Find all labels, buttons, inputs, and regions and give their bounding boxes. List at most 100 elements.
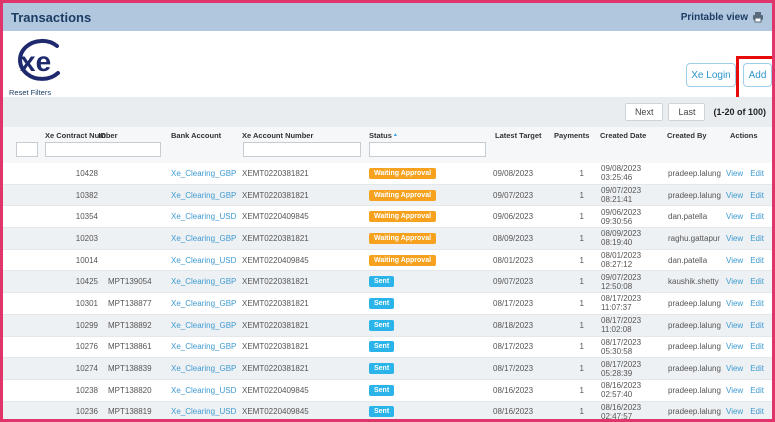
edit-link[interactable]: Edit bbox=[750, 364, 764, 373]
edit-link[interactable]: Edit bbox=[750, 234, 764, 243]
cell-account-number: XEMT0220409845 bbox=[240, 407, 367, 416]
cell-id: 10382 bbox=[3, 191, 101, 200]
pagination-bar: Next Last (1-20 of 100) bbox=[3, 97, 772, 127]
next-page-button[interactable]: Next bbox=[625, 103, 664, 121]
edit-link[interactable]: Edit bbox=[750, 212, 764, 221]
edit-link[interactable]: Edit bbox=[750, 321, 764, 330]
printable-view-link[interactable]: Printable view bbox=[681, 12, 764, 23]
edit-link[interactable]: Edit bbox=[750, 256, 764, 265]
view-link[interactable]: View bbox=[726, 407, 743, 416]
column-header-latest-target[interactable]: Latest Target bbox=[495, 131, 542, 140]
cell-contract-number: MPT139054 bbox=[101, 277, 169, 286]
cell-payments: 1 bbox=[556, 277, 588, 286]
filter-input-contract-number[interactable] bbox=[45, 142, 161, 157]
view-link[interactable]: View bbox=[726, 321, 743, 330]
cell-id: 10274 bbox=[3, 364, 101, 373]
bank-account-link[interactable]: Xe_Clearing_GBP bbox=[171, 321, 236, 330]
cell-created-date: 08/17/2023 05:28:39 bbox=[588, 360, 661, 378]
column-header-created-by[interactable]: Created By bbox=[667, 131, 707, 140]
cell-payments: 1 bbox=[556, 299, 588, 308]
cell-latest-target: 08/09/2023 bbox=[493, 234, 556, 243]
reset-filters-link[interactable]: Reset Filters bbox=[9, 88, 51, 97]
bank-account-link[interactable]: Xe_Clearing_GBP bbox=[171, 364, 236, 373]
cell-id: 10236 bbox=[3, 407, 101, 416]
cell-id: 10276 bbox=[3, 342, 101, 351]
cell-account-number: XEMT0220409845 bbox=[240, 212, 367, 221]
status-badge: Sent bbox=[369, 363, 394, 374]
cell-account-number: XEMT0220381821 bbox=[240, 191, 367, 200]
filter-input-account-number[interactable] bbox=[243, 142, 361, 157]
cell-id: 10014 bbox=[3, 256, 101, 265]
bank-account-link[interactable]: Xe_Clearing_GBP bbox=[171, 342, 236, 351]
view-link[interactable]: View bbox=[726, 256, 743, 265]
edit-link[interactable]: Edit bbox=[750, 169, 764, 178]
column-header-bank-account[interactable]: Bank Account bbox=[171, 131, 221, 140]
cell-created-by: pradeep.lalung bbox=[661, 364, 718, 373]
table-row: 10276 MPT138861 Xe_Clearing_GBP XEMT0220… bbox=[3, 337, 772, 359]
bank-account-link[interactable]: Xe_Clearing_USD bbox=[171, 256, 236, 265]
cell-payments: 1 bbox=[556, 234, 588, 243]
edit-link[interactable]: Edit bbox=[750, 342, 764, 351]
xe-logo: xe bbox=[11, 37, 67, 85]
bank-account-link[interactable]: Xe_Clearing_GBP bbox=[171, 277, 236, 286]
table-header-band: Next Last (1-20 of 100) ID Xe Contract N… bbox=[3, 97, 772, 163]
status-badge: Waiting Approval bbox=[369, 190, 436, 201]
xe-login-button[interactable]: Xe Login bbox=[686, 63, 736, 87]
edit-link[interactable]: Edit bbox=[750, 407, 764, 416]
cell-created-by: dan.patella bbox=[661, 256, 718, 265]
table-row: 10382 Xe_Clearing_GBP XEMT0220381821 Wai… bbox=[3, 185, 772, 207]
bank-account-link[interactable]: Xe_Clearing_GBP bbox=[171, 299, 236, 308]
bank-account-link[interactable]: Xe_Clearing_USD bbox=[171, 212, 236, 221]
view-link[interactable]: View bbox=[726, 169, 743, 178]
column-header-payments[interactable]: Payments bbox=[554, 131, 589, 140]
cell-payments: 1 bbox=[556, 342, 588, 351]
cell-created-date: 09/07/2023 08:21:41 bbox=[588, 186, 661, 204]
filter-input-status[interactable] bbox=[369, 142, 486, 157]
bank-account-link[interactable]: Xe_Clearing_GBP bbox=[171, 169, 236, 178]
cell-id: 10301 bbox=[3, 299, 101, 308]
cell-payments: 1 bbox=[556, 191, 588, 200]
bank-account-link[interactable]: Xe_Clearing_GBP bbox=[171, 191, 236, 200]
cell-created-date: 09/06/2023 09:30:56 bbox=[588, 208, 661, 226]
column-header-contract-number[interactable]: Xe Contract Number bbox=[45, 131, 118, 140]
view-link[interactable]: View bbox=[726, 342, 743, 351]
edit-link[interactable]: Edit bbox=[750, 277, 764, 286]
bank-account-link[interactable]: Xe_Clearing_USD bbox=[171, 386, 236, 395]
filter-input-id[interactable] bbox=[16, 142, 38, 157]
bank-account-link[interactable]: Xe_Clearing_GBP bbox=[171, 234, 236, 243]
table-row: 10203 Xe_Clearing_GBP XEMT0220381821 Wai… bbox=[3, 228, 772, 250]
sort-asc-icon: ▲ bbox=[393, 132, 398, 138]
bank-account-link[interactable]: Xe_Clearing_USD bbox=[171, 407, 236, 416]
view-link[interactable]: View bbox=[726, 234, 743, 243]
edit-link[interactable]: Edit bbox=[750, 299, 764, 308]
status-badge: Sent bbox=[369, 298, 394, 309]
table-row: 10428 Xe_Clearing_GBP XEMT0220381821 Wai… bbox=[3, 163, 772, 185]
last-page-button[interactable]: Last bbox=[668, 103, 705, 121]
cell-id: 10203 bbox=[3, 234, 101, 243]
add-button[interactable]: Add bbox=[743, 63, 772, 87]
cell-contract-number: MPT138839 bbox=[101, 364, 169, 373]
cell-latest-target: 08/16/2023 bbox=[493, 386, 556, 395]
cell-created-by: pradeep.lalung bbox=[661, 321, 718, 330]
cell-account-number: XEMT0220381821 bbox=[240, 364, 367, 373]
view-link[interactable]: View bbox=[726, 277, 743, 286]
view-link[interactable]: View bbox=[726, 299, 743, 308]
svg-text:xe: xe bbox=[20, 46, 51, 77]
cell-created-date: 08/17/2023 11:07:37 bbox=[588, 294, 661, 312]
view-link[interactable]: View bbox=[726, 364, 743, 373]
view-link[interactable]: View bbox=[726, 191, 743, 200]
cell-account-number: XEMT0220381821 bbox=[240, 234, 367, 243]
column-header-status[interactable]: Status▲ bbox=[369, 131, 398, 140]
cell-created-date: 09/07/2023 12:50:08 bbox=[588, 273, 661, 291]
cell-account-number: XEMT0220409845 bbox=[240, 256, 367, 265]
edit-link[interactable]: Edit bbox=[750, 386, 764, 395]
cell-latest-target: 09/07/2023 bbox=[493, 277, 556, 286]
view-link[interactable]: View bbox=[726, 386, 743, 395]
view-link[interactable]: View bbox=[726, 212, 743, 221]
cell-id: 10354 bbox=[3, 212, 101, 221]
cell-created-by: pradeep.lalung bbox=[661, 386, 718, 395]
table-row: 10236 MPT138819 Xe_Clearing_USD XEMT0220… bbox=[3, 402, 772, 419]
column-header-created-date[interactable]: Created Date bbox=[600, 131, 646, 140]
column-header-account-number[interactable]: Xe Account Number bbox=[242, 131, 313, 140]
edit-link[interactable]: Edit bbox=[750, 191, 764, 200]
